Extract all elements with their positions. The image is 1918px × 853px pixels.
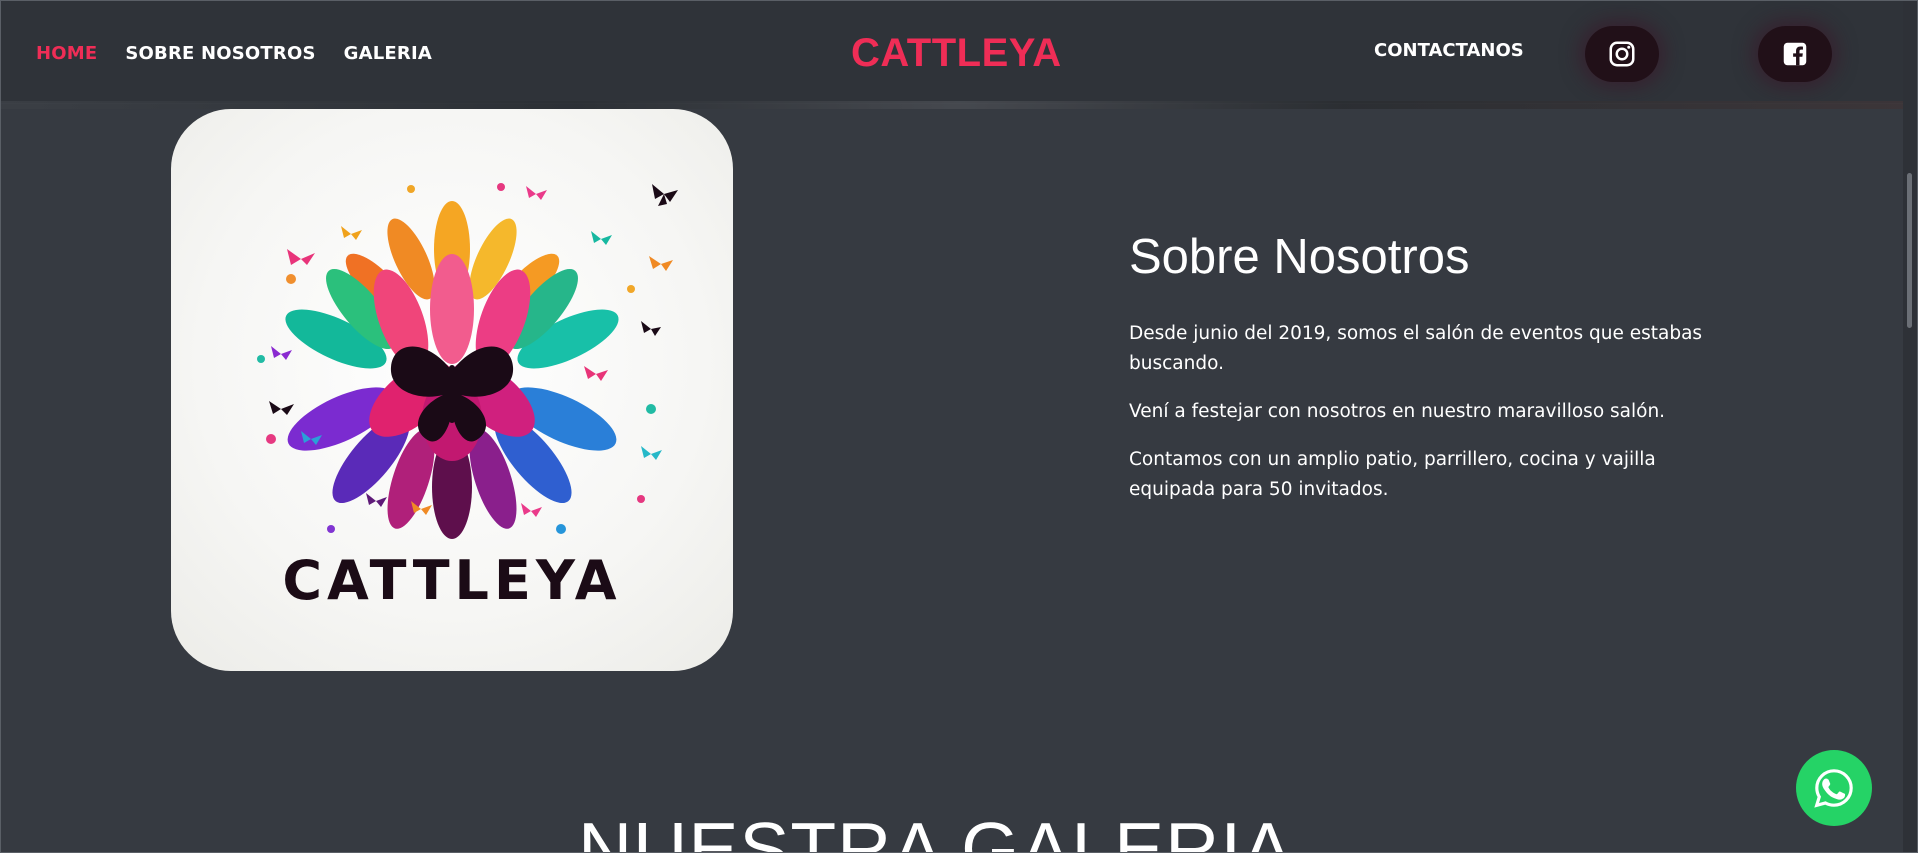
facebook-button[interactable] (1758, 26, 1832, 82)
nav-link-sobre-nosotros[interactable]: SOBRE NOSOTROS (125, 43, 315, 64)
about-paragraph-2: Vení a festejar con nosotros en nuestro … (1129, 401, 1666, 422)
scrollbar-thumb[interactable] (1907, 173, 1912, 328)
instagram-icon (1609, 41, 1635, 67)
instagram-button[interactable] (1585, 26, 1659, 82)
nav-link-galeria[interactable]: GALERIA (344, 43, 432, 64)
about-paragraph-3: Contamos con un amplio patio, parrillero… (1129, 449, 1656, 500)
gallery-title: NUESTRA GALERIA (578, 807, 1294, 853)
facebook-icon (1783, 42, 1807, 66)
about-section: Sobre Nosotros Desde junio del 2019, som… (1129, 229, 1729, 523)
nav-links: HOME SOBRE NOSOTROS GALERIA (36, 43, 432, 64)
nav-link-home[interactable]: HOME (36, 43, 97, 64)
about-title: Sobre Nosotros (1129, 230, 1470, 284)
brand-title[interactable]: CATTLEYA (851, 31, 1062, 76)
scrollbar[interactable] (1903, 1, 1917, 852)
nav-link-contactanos[interactable]: CONTACTANOS (1374, 40, 1524, 61)
about-paragraph-1: Desde junio del 2019, somos el salón de … (1129, 323, 1703, 374)
top-navbar: HOME SOBRE NOSOTROS GALERIA CATTLEYA CON… (1, 1, 1917, 104)
logo-wordmark: CATTLEYA (282, 549, 622, 612)
logo-card: CATTLEYA (171, 109, 733, 671)
header-image-strip (1, 101, 1917, 109)
whatsapp-icon (1814, 769, 1853, 808)
page: HOME SOBRE NOSOTROS GALERIA CATTLEYA CON… (0, 0, 1918, 853)
whatsapp-button[interactable] (1796, 750, 1872, 826)
